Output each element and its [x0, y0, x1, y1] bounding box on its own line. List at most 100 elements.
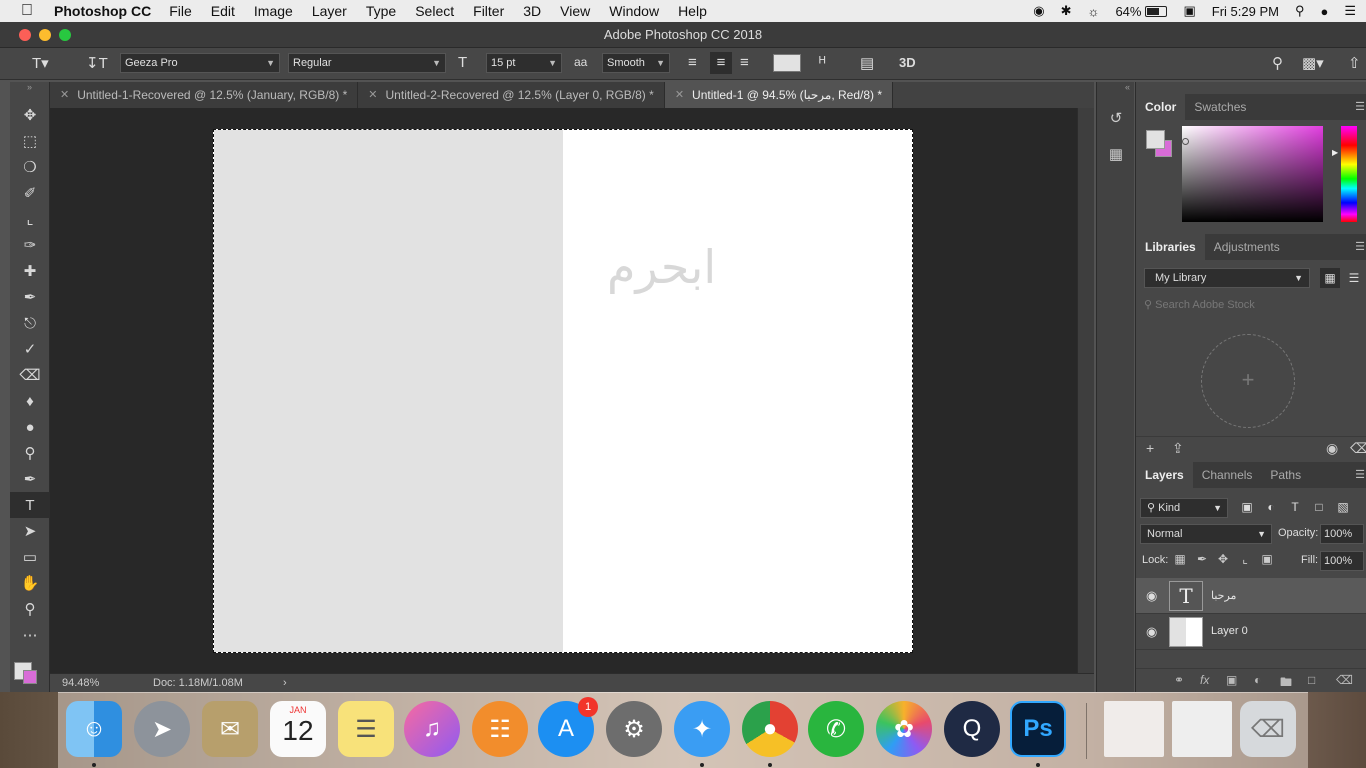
color-picker-ring[interactable] [1182, 138, 1189, 145]
creative-cloud-icon[interactable]: ◉ [1033, 3, 1044, 19]
add-content-icon[interactable]: + [1201, 334, 1295, 428]
app-store-icon[interactable]: A 1 [538, 697, 598, 757]
crop-tool-icon[interactable]: ⌞ [10, 206, 50, 232]
library-select[interactable]: My Library ▼ [1144, 268, 1310, 288]
align-left-icon[interactable]: ≡ [688, 54, 697, 71]
lock-position-icon[interactable]: ✥ [1215, 552, 1231, 566]
safari-icon[interactable]: ✦ [674, 701, 730, 757]
layer-row-text[interactable]: ◉ T مرحبا [1136, 578, 1366, 614]
healing-brush-tool-icon[interactable]: ✚ [10, 258, 50, 284]
chrome-icon[interactable]: ● [742, 701, 798, 757]
lock-all-icon[interactable]: ▣ [1259, 552, 1275, 566]
upload-icon[interactable]: ⇪ [1172, 440, 1184, 457]
notes-icon[interactable]: ☰ [338, 701, 394, 757]
minimize-window-button[interactable] [39, 29, 51, 41]
lock-transparent-icon[interactable]: ▦ [1172, 552, 1188, 566]
hue-slider[interactable] [1341, 126, 1357, 222]
brush-tool-icon[interactable]: ✒ [10, 284, 50, 310]
font-style-select[interactable]: Regular ▼ [288, 53, 446, 73]
panel-menu-icon[interactable]: ☰ [1355, 100, 1365, 113]
photos-icon[interactable]: ✿ [876, 701, 932, 757]
creative-cloud-sync-icon[interactable]: ◉ [1326, 440, 1338, 457]
dodge-tool-icon[interactable]: ⚲ [10, 440, 50, 466]
zoom-window-button[interactable] [59, 29, 71, 41]
menu-type[interactable]: Type [366, 3, 396, 19]
adjustment-filter-icon[interactable]: ◐ [1262, 500, 1280, 514]
properties-panel-icon[interactable]: ▦ [1097, 136, 1135, 172]
menu-file[interactable]: File [169, 3, 192, 19]
color-spectrum-field[interactable] [1182, 126, 1323, 222]
trash-icon[interactable]: ⌫ [1336, 673, 1353, 687]
eyedropper-tool-icon[interactable]: ✑ [10, 232, 50, 258]
link-layers-icon[interactable]: ⚭ [1174, 673, 1184, 687]
itunes-icon[interactable]: ♫ [404, 701, 460, 757]
ibooks-icon[interactable]: ☷ [472, 701, 528, 757]
rectangle-tool-icon[interactable]: ▭ [10, 544, 50, 570]
menu-layer[interactable]: Layer [312, 3, 347, 19]
shape-filter-icon[interactable]: □ [1310, 500, 1328, 514]
paint-bucket-tool-icon[interactable]: ♦ [10, 388, 50, 414]
system-preferences-icon[interactable]: ⚙ [606, 701, 662, 757]
mail-icon[interactable]: ✉ [202, 701, 258, 757]
trash-icon[interactable]: ⌫ [1240, 701, 1296, 757]
smart-object-filter-icon[interactable]: ▧ [1334, 500, 1352, 514]
panel-collapse-icon[interactable]: « [1097, 82, 1134, 100]
recent-document-thumbnail[interactable] [1104, 701, 1164, 757]
blend-mode-select[interactable]: Normal ▼ [1140, 524, 1272, 544]
text-input-icon[interactable]: ▣ [1183, 3, 1195, 19]
new-group-icon[interactable]: 🖿 [1280, 673, 1292, 694]
quick-selection-tool-icon[interactable]: ✐ [10, 180, 50, 206]
font-family-select[interactable]: Geeza Pro ▼ [120, 53, 280, 73]
background-color-swatch[interactable] [23, 670, 37, 684]
path-selection-tool-icon[interactable]: ➤ [10, 518, 50, 544]
kind-filter-select[interactable]: ⚲ Kind ▼ [1140, 498, 1228, 518]
warp-text-icon[interactable]: ᴴ [819, 54, 825, 71]
close-icon[interactable]: ✕ [60, 82, 69, 108]
add-icon[interactable]: + [1146, 440, 1154, 456]
3d-icon[interactable]: 3D [899, 55, 916, 70]
hue-marker-icon[interactable]: ▶ [1332, 148, 1338, 157]
layer-name[interactable]: مرحبا [1211, 589, 1236, 602]
lock-artboard-icon[interactable]: ⌞ [1237, 552, 1253, 566]
add-mask-icon[interactable]: ▣ [1226, 673, 1237, 687]
finder-icon[interactable]: ☺ [66, 701, 122, 757]
whatsapp-icon[interactable]: ✆ [808, 701, 864, 757]
tab-color[interactable]: Color [1136, 94, 1186, 120]
close-icon[interactable]: ✕ [675, 82, 684, 108]
tab-libraries[interactable]: Libraries [1136, 234, 1205, 260]
bluetooth-icon[interactable]: ✱ [1061, 3, 1072, 19]
lock-image-icon[interactable]: ✒ [1194, 552, 1210, 566]
calendar-icon[interactable]: JAN 12 [270, 701, 326, 757]
history-brush-tool-icon[interactable]: ✓ [10, 336, 50, 362]
tab-paths[interactable]: Paths [1261, 462, 1310, 488]
color-swatches[interactable] [10, 648, 50, 688]
type-tool-preset-icon[interactable]: T▾ [32, 54, 49, 72]
vertical-scrollbar[interactable] [1077, 108, 1094, 673]
menu-view[interactable]: View [560, 3, 590, 19]
siri-icon[interactable]: ● [1320, 4, 1328, 19]
eraser-tool-icon[interactable]: ⌫ [10, 362, 50, 388]
recent-document-thumbnail[interactable] [1172, 701, 1232, 757]
type-tool-icon[interactable]: T [10, 492, 50, 518]
tab-adjustments[interactable]: Adjustments [1205, 234, 1289, 260]
more-tools-icon[interactable]: ⋯ [10, 622, 50, 648]
layer-name[interactable]: Layer 0 [1211, 625, 1248, 637]
close-icon[interactable]: ✕ [368, 82, 377, 108]
hand-tool-icon[interactable]: ✋ [10, 570, 50, 596]
zoom-level[interactable]: 94.48% [62, 674, 99, 692]
menu-window[interactable]: Window [609, 3, 659, 19]
panel-menu-icon[interactable]: ☰ [1355, 468, 1365, 481]
launchpad-icon[interactable]: ➤ [134, 701, 190, 757]
grid-view-icon[interactable]: ▦ [1320, 268, 1340, 288]
list-view-icon[interactable]: ☰ [1344, 268, 1364, 288]
adjustment-layer-icon[interactable]: ◐ [1254, 673, 1261, 687]
clock[interactable]: Fri 5:29 PM [1212, 4, 1279, 19]
layer-row-image[interactable]: ◉ Layer 0 [1136, 614, 1366, 650]
share-icon[interactable]: ⇧ [1348, 54, 1361, 72]
tab-swatches[interactable]: Swatches [1185, 94, 1255, 120]
wifi-icon[interactable]: ☼ [1088, 4, 1100, 19]
spotlight-search-icon[interactable]: ⚲ [1295, 3, 1305, 19]
type-filter-icon[interactable]: T [1286, 500, 1304, 514]
battery-status[interactable]: 64% [1115, 4, 1168, 19]
align-center-icon[interactable]: ≡ [710, 52, 732, 74]
